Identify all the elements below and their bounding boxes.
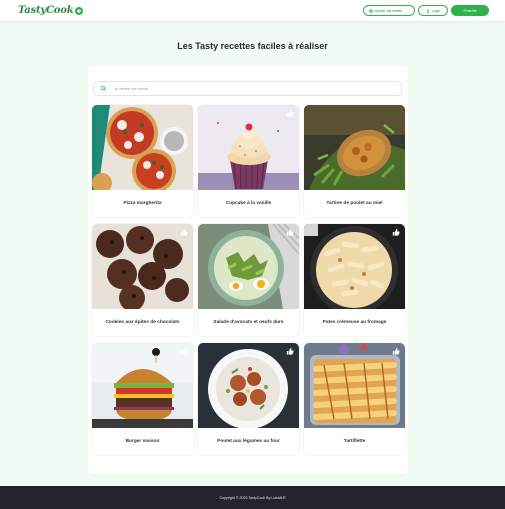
recipe-title: Burger maison: [125, 439, 160, 444]
recipe-card[interactable]: Cookies aux épites de chocolats: [92, 224, 193, 336]
recipe-title: Pates crèmeuse au fromage: [322, 320, 387, 325]
search-bar[interactable]: [93, 81, 402, 96]
recipe-title: Tartiflette: [343, 439, 366, 444]
like-icon[interactable]: [180, 228, 188, 236]
recipe-card[interactable]: Poulet aux légumes au four: [198, 343, 299, 455]
add-recipe-button[interactable]: Ajouter une recette: [363, 5, 415, 16]
register-button[interactable]: S'inscrire: [451, 5, 489, 16]
like-icon[interactable]: [180, 347, 188, 355]
like-icon[interactable]: [392, 228, 400, 236]
recipe-image-cookies: [92, 224, 193, 309]
chef-hat-icon: [75, 6, 84, 15]
recipe-image-pizza: [92, 105, 193, 190]
like-icon[interactable]: [392, 347, 400, 355]
recipe-card[interactable]: Salade d'avocats et oeufs dure: [198, 224, 299, 336]
copyright-text: Copyright © 2023 TastyCook By LuisMLR: [219, 495, 286, 500]
recipe-image-cupcake: [198, 105, 299, 190]
login-button[interactable]: Login: [418, 5, 448, 16]
recipe-title: Pizza margherita: [123, 201, 162, 206]
login-label: Login: [432, 8, 440, 13]
recipe-card[interactable]: Burger maison: [92, 343, 193, 455]
like-icon[interactable]: [286, 228, 294, 236]
user-icon: [426, 8, 430, 13]
top-navbar: TastyCook Ajouter une recette Login S'in…: [0, 0, 505, 21]
recipe-card[interactable]: Pates crèmeuse au fromage: [304, 224, 405, 336]
add-recipe-label: Ajouter une recette: [375, 8, 402, 13]
recipe-image-pates: [304, 224, 405, 309]
recipe-image-tartiflette: [304, 343, 405, 428]
like-icon[interactable]: [286, 347, 294, 355]
recipe-title: Poulet aux légumes au four: [217, 439, 280, 444]
recipe-image-salade: [198, 224, 299, 309]
search-icon: [101, 86, 106, 91]
logo[interactable]: TastyCook: [18, 5, 84, 16]
recipe-grid: Pizza margherita Cupcake à la vanille Ta…: [92, 105, 405, 455]
recipe-title: Cookies aux épites de chocolats: [105, 320, 180, 325]
plus-circle-icon: [369, 8, 373, 13]
recipe-image-burger: [92, 343, 193, 428]
nav-actions: Ajouter une recette Login S'inscrire: [363, 5, 489, 16]
logo-text: TastyCook: [18, 5, 74, 16]
page-title: Les Tasty recettes faciles à réaliser: [177, 41, 328, 51]
register-label: S'inscrire: [463, 8, 477, 13]
recipe-title: Tartine de poulet au miel: [326, 201, 383, 206]
recipe-image-poulet: [198, 343, 299, 428]
recipe-image-tartine: [304, 105, 405, 190]
like-icon[interactable]: [286, 109, 294, 117]
footer: Copyright © 2023 TastyCook By LuisMLR: [0, 486, 505, 509]
recipe-card[interactable]: Cupcake à la vanille: [198, 105, 299, 217]
recipe-card[interactable]: Pizza margherita: [92, 105, 193, 217]
recipe-card[interactable]: Tartine de poulet au miel: [304, 105, 405, 217]
recipes-panel: Pizza margherita Cupcake à la vanille: [88, 66, 408, 473]
recipe-title: Salade d'avocats et oeufs dure: [213, 320, 284, 325]
recipe-card[interactable]: Tartiflette: [304, 343, 405, 455]
search-input[interactable]: [114, 86, 394, 91]
recipe-title: Cupcake à la vanille: [225, 201, 272, 206]
